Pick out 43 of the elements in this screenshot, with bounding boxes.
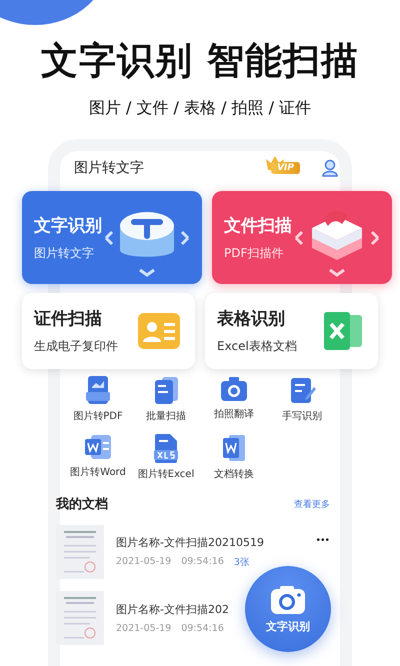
spreadsheet-file-icon [152,433,180,463]
document-name[interactable]: 图片名称-文件扫描20210519 [116,535,264,550]
section-title: 我的文档 [56,496,108,513]
pen-note-icon [288,375,316,405]
document-date: 2021-05-19 [116,556,172,569]
app-title: 图片转文字 [74,159,145,177]
spreadsheet-icon [322,311,364,351]
pdf-file-icon [84,375,112,405]
card-subtitle: Excel表格文档 [217,338,297,355]
page-count: 3张 [234,556,250,569]
card-subtitle: PDF扫描件 [224,244,284,262]
card-title: 文件扫描 [224,214,292,236]
document-time: 09:54:16 [181,556,224,569]
feature-card[interactable]: 文件扫描 PDF扫描件 [212,191,392,284]
feature-card[interactable]: 文字识别 图片转文字 [22,191,202,284]
headline: 文字识别 智能扫描 [41,38,359,84]
tool-label[interactable]: 批量扫描 [146,409,186,423]
feature-card[interactable]: 证件扫描 生成电子复印件 [22,293,195,369]
card-title: 表格识别 [217,308,286,330]
subtitle: 图片 / 文件 / 表格 / 拍照 / 证件 [88,98,312,119]
card-title: 证件扫描 [34,308,103,330]
id-card-icon [137,312,181,350]
document-icon [221,433,247,463]
camera-icon [219,375,249,403]
tool-label[interactable]: 图片转PDF [73,409,123,423]
tool-label[interactable]: 手写识别 [282,409,322,423]
tool-label[interactable]: 文档转换 [214,467,254,481]
feature-card[interactable]: 表格识别 Excel表格文档 [205,293,378,369]
user-icon[interactable] [322,159,338,177]
card-title: 文字识别 [34,214,102,236]
stacked-pages-icon [152,375,180,405]
tool-label[interactable]: 拍照翻译 [214,407,254,421]
document-date: 2021-05-19 [116,623,172,634]
more-menu-button[interactable]: ••• [316,535,330,546]
card-subtitle: 图片转文字 [34,244,95,262]
word-document-icon [83,433,113,461]
document-time: 09:54:16 [181,623,224,634]
tool-label[interactable]: 图片转Excel [138,467,194,481]
tool-label[interactable]: 图片转Word [70,465,126,479]
document-name[interactable]: 图片名称-文件扫描202 [116,602,229,617]
camera-icon [270,584,306,614]
see-more-link[interactable]: 查看更多 [294,498,330,510]
card-subtitle: 生成电子复印件 [34,338,118,355]
